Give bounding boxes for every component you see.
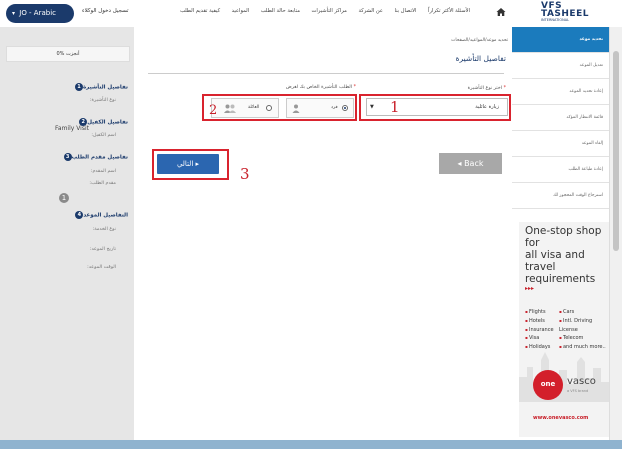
language-selector-button[interactable]: ▾ JO - Arabic <box>6 4 74 23</box>
ad-arrows: ▸▸▸ <box>525 285 535 292</box>
agent-login-link[interactable]: تسجيل دخول الوكلاء <box>82 8 142 14</box>
service-type-label: نوع الخدمة: <box>92 227 116 232</box>
ad-services-left: Flights Hotels Insurance Visa Holidays <box>525 308 554 352</box>
sponsor-name-label: اسم الكفيل: <box>91 133 116 138</box>
menu-item-waitlist[interactable]: قائمة الانتظار المؤكد <box>512 105 609 131</box>
annotation-box-applicant-type <box>202 94 357 121</box>
chevron-down-icon: ▾ <box>12 10 16 17</box>
visa-type-label-text: اختر نوع التأشيرة <box>467 86 503 91</box>
onevasco-logo-circle: one <box>533 370 563 400</box>
scrollbar-thumb[interactable] <box>613 51 619 251</box>
vertical-scrollbar[interactable] <box>609 27 622 440</box>
applicant-count-badge: 1 <box>59 193 69 203</box>
progress-sidebar: 0% أنجزت تفاصيل التأشيرة1 نوع التأشيرة: … <box>0 27 134 440</box>
top-navigation-bar: ▾ JO - Arabic تسجيل دخول الوكلاء كيفية ت… <box>0 0 622 28</box>
ad-service-item: Insurance <box>525 327 554 333</box>
nav-item-faq[interactable]: الأسئلة الأكثر تكراراً <box>428 8 470 14</box>
onevasco-logo-text: vasco <box>567 376 596 387</box>
applicant-type-label: * الطلب التأشيرة الخاص بك لغرض <box>276 85 356 90</box>
main-navigation: كيفية تقديم الطلب المواعيد متابعة حالة ا… <box>180 8 470 14</box>
applicant-type-label-text: الطلب التأشيرة الخاص بك لغرض <box>285 85 353 90</box>
annotation-number-3: 3 <box>240 165 250 183</box>
annotation-number-1: 1 <box>390 98 400 116</box>
ad-headline-line: One-stop shop for <box>525 225 602 249</box>
visa-type-label: * اختر نوع التأشيرة <box>468 86 506 91</box>
applicant-name-label: اسم المقدم: <box>90 169 116 174</box>
nav-item-visa-centers[interactable]: مراكز التأشيرات <box>312 8 347 14</box>
next-arrow-icon: ▸ <box>195 160 200 168</box>
appointment-menu-sidebar: تحديد موعد تعديل الموعد إعادة تحديد المو… <box>512 27 609 440</box>
home-icon[interactable] <box>496 7 506 17</box>
applicant-label: مقدم الطلب: <box>89 181 116 186</box>
annotation-box-visa-type <box>359 94 511 121</box>
nav-item-about[interactable]: عن الشركة <box>358 8 382 14</box>
nav-item-track-application[interactable]: متابعة حالة الطلب <box>261 8 300 14</box>
step-number-badge: 1 <box>74 83 83 91</box>
section-appointment-details: التفاصيل الموعد4 <box>72 211 128 219</box>
ad-service-item: Holidays <box>525 344 550 350</box>
section-title: التفاصيل الموعد <box>83 212 128 219</box>
required-mark: * <box>353 85 356 90</box>
ad-headline: One-stop shop for all visa and travel re… <box>525 225 609 285</box>
language-label: JO - Arabic <box>19 9 56 17</box>
appointment-date-label: تاريخ الموعد: <box>89 247 116 252</box>
vfs-tasheel-logo[interactable]: VFS TASHEEL INTERNATIONAL <box>541 1 617 26</box>
ad-service-item: Cars <box>559 309 574 315</box>
back-button[interactable]: ◂ Back <box>439 153 502 174</box>
ad-headline-line: travel requirements <box>525 261 596 285</box>
main-content: تحديد موعد/المواعيد/الصفحات تفاصيل التأش… <box>134 27 512 440</box>
onevasco-advertisement[interactable]: One-stop shop for all visa and travel re… <box>519 222 609 437</box>
ad-service-item: and much more.. <box>559 344 606 350</box>
nav-item-appointments[interactable]: المواعيد <box>232 8 250 14</box>
back-button-label: Back <box>464 159 484 168</box>
menu-item-modify[interactable]: تعديل الموعد <box>512 53 609 79</box>
menu-item-reschedule[interactable]: إعادة تحديد الموعد <box>512 79 609 105</box>
section-applicant-details: تفاصيل مقدم الطلب3 <box>61 153 128 161</box>
section-title: تفاصيل التأشيرة <box>82 84 128 91</box>
next-button[interactable]: التالي ▸ <box>157 154 219 174</box>
ad-service-item: Hotels <box>525 318 545 324</box>
nav-item-contact[interactable]: الاتصال بنا <box>395 8 417 14</box>
visa-type-summary-label: نوع التأشيرة: <box>89 98 116 103</box>
annotation-number-2: 2 <box>209 103 218 118</box>
visa-type-summary-value: Family Visit <box>55 125 89 132</box>
next-button-label: التالي <box>176 160 194 168</box>
ad-headline-line: all visa and <box>525 249 585 261</box>
divider <box>148 73 504 74</box>
section-visa-details: تفاصيل التأشيرة1 <box>72 83 128 91</box>
ad-service-item: Visa <box>525 335 539 341</box>
step-number-badge: 3 <box>63 153 72 161</box>
ad-url-link[interactable]: www.onevasco.com <box>533 415 588 421</box>
section-sponsor-details: تفاصيل الكفيل2 <box>76 118 128 126</box>
page-title: تفاصيل التأشيرة <box>455 54 506 63</box>
menu-item-cancel[interactable]: إلغاء الموعد <box>512 131 609 157</box>
ad-service-item: Telecom <box>559 335 583 341</box>
ad-service-item: Flights <box>525 309 546 315</box>
breadcrumb: تحديد موعد/المواعيد/الصفحات <box>451 38 508 43</box>
progress-indicator: 0% أنجزت <box>6 46 130 62</box>
onevasco-tagline: a VFS brand <box>567 389 589 393</box>
required-mark: * <box>503 86 506 91</box>
nav-item-how-to-apply[interactable]: كيفية تقديم الطلب <box>180 8 220 14</box>
menu-item-reprint[interactable]: إعادة طباعة الطلب <box>512 157 609 183</box>
section-title: تفاصيل مقدم الطلب <box>71 154 128 161</box>
menu-item-retrieve[interactable]: استرجاع الوقت المحجوز لك <box>512 183 609 209</box>
appointment-time-label: الوقت الموعد: <box>87 265 116 270</box>
taskbar-strip <box>0 440 622 449</box>
ad-services-right: Cars Intl. Driving License Telecom and m… <box>559 308 609 352</box>
back-arrow-icon: ◂ <box>457 159 462 168</box>
menu-item-schedule[interactable]: تحديد موعد <box>512 27 609 53</box>
ad-service-item: Intl. Driving License <box>559 318 592 333</box>
section-title: تفاصيل الكفيل <box>87 119 128 126</box>
